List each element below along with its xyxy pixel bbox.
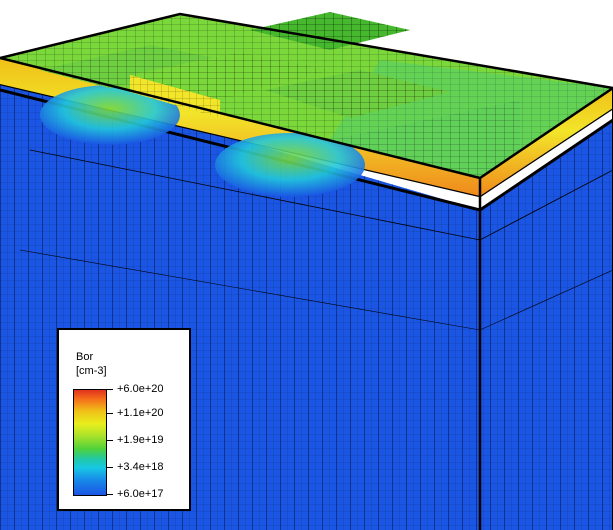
legend-tick — [107, 413, 113, 414]
legend-tick-label: +3.4e+18 — [117, 461, 164, 473]
legend-tick-label: +6.0e+17 — [117, 488, 164, 500]
legend-title: Bor — [76, 351, 94, 363]
legend-tick — [107, 389, 113, 390]
legend-unit: [cm-3] — [76, 365, 107, 377]
legend-tick-label: +6.0e+20 — [117, 383, 164, 395]
legend-tick — [107, 494, 113, 495]
legend-tick — [107, 440, 113, 441]
legend-tick-label: +1.1e+20 — [117, 407, 164, 419]
legend-tick-label: +1.9e+19 — [117, 434, 164, 446]
legend-tick — [107, 467, 113, 468]
color-scale-bar — [73, 389, 107, 496]
color-legend: Bor [cm-3] +6.0e+20 +1.1e+20 +1.9e+19 +3… — [57, 328, 191, 511]
